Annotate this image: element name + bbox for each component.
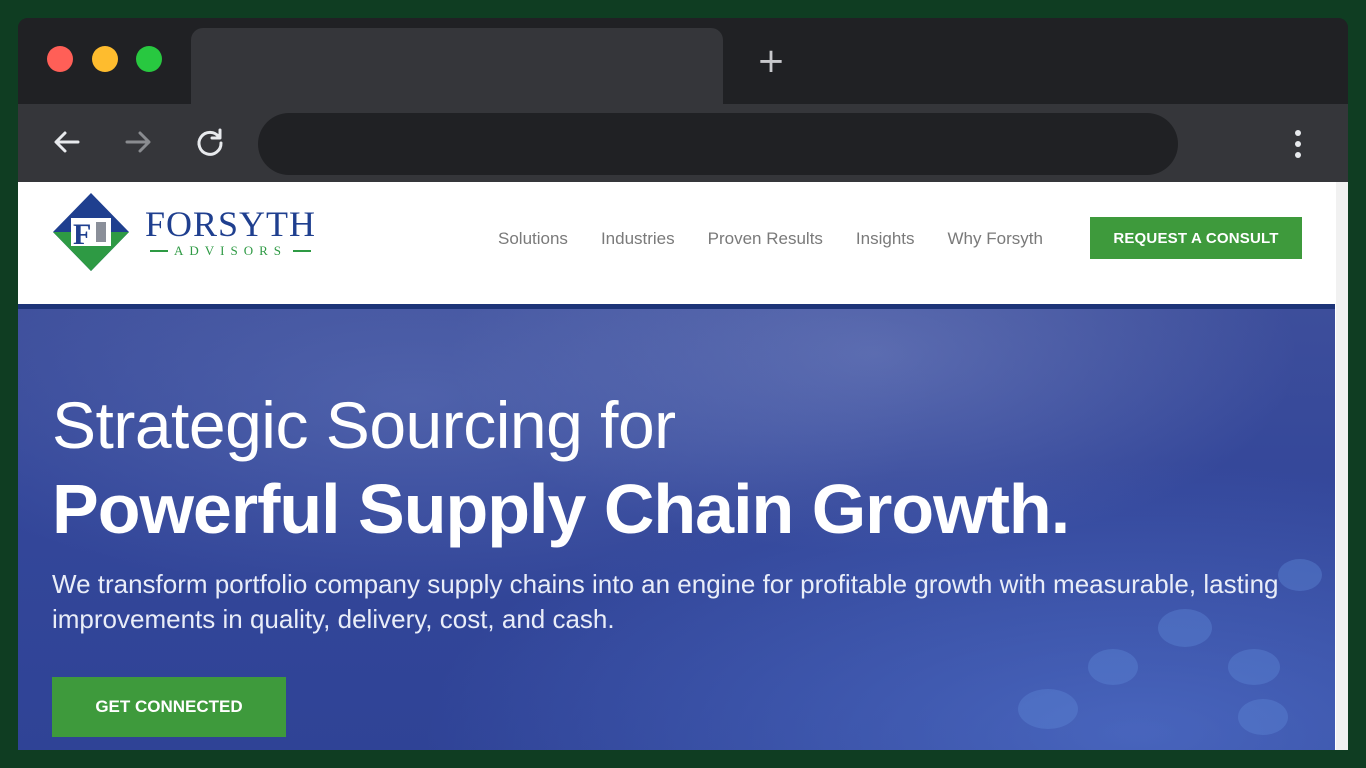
browser-menu-button[interactable] [1280, 124, 1316, 164]
reload-button[interactable] [190, 122, 230, 162]
logo-subtitle-row: ADVISORS [150, 243, 312, 259]
kebab-menu-icon [1295, 130, 1301, 136]
hero-background-bottle [1228, 649, 1280, 685]
nav-proven-results[interactable]: Proven Results [708, 228, 823, 250]
arrow-right-icon [125, 131, 151, 153]
page-scrollbar[interactable] [1336, 182, 1348, 750]
hero-background-bottle [1238, 699, 1288, 735]
main-nav: Solutions Industries Proven Results Insi… [498, 228, 1076, 250]
hero-description: We transform portfolio company supply ch… [52, 569, 1279, 634]
browser-tab[interactable] [191, 28, 723, 104]
new-tab-button[interactable]: + [756, 44, 786, 78]
forward-button[interactable] [118, 122, 158, 162]
tab-strip: + [18, 18, 1348, 104]
hero-headline-line2: Powerful Supply Chain Growth. [52, 470, 1070, 548]
browser-toolbar [18, 104, 1348, 182]
nav-insights[interactable]: Insights [856, 228, 915, 250]
logo-name: FORSYTH [145, 204, 317, 244]
page-viewport: F FORSYTH ADVISORS Solutions Industries … [18, 182, 1348, 750]
arrow-left-icon [54, 131, 80, 153]
forsyth-logo[interactable]: F FORSYTH ADVISORS [51, 191, 316, 273]
address-bar[interactable] [258, 113, 1178, 175]
hero-background-bottle [1278, 559, 1322, 591]
hero-background-bottle [1088, 649, 1138, 685]
request-consult-button[interactable]: REQUEST A CONSULT [1090, 217, 1302, 259]
get-connected-button[interactable]: GET CONNECTED [52, 677, 286, 737]
minimize-window-button[interactable] [92, 46, 118, 72]
nav-why-forsyth[interactable]: Why Forsyth [948, 228, 1043, 250]
logo-wordmark: FORSYTH ADVISORS [145, 205, 316, 259]
site-header: F FORSYTH ADVISORS Solutions Industries … [18, 182, 1335, 304]
logo-mark-icon: F [53, 193, 129, 271]
logo-subtitle: ADVISORS [174, 243, 288, 258]
close-window-button[interactable] [47, 46, 73, 72]
nav-industries[interactable]: Industries [601, 228, 675, 250]
hero-section: Strategic Sourcing for Powerful Supply C… [18, 304, 1335, 750]
hero-headline-line1: Strategic Sourcing for [52, 388, 676, 462]
maximize-window-button[interactable] [136, 46, 162, 72]
reload-icon [197, 128, 223, 156]
back-button[interactable] [47, 122, 87, 162]
logo-dash-right [293, 250, 312, 252]
logo-dash-left [150, 250, 169, 252]
nav-solutions[interactable]: Solutions [498, 228, 568, 250]
hero-background-bottle [1018, 689, 1078, 729]
logo-monogram: F [73, 218, 91, 251]
browser-window: + F FORSYTH ADVISORS Solutions Industrie… [18, 18, 1348, 750]
